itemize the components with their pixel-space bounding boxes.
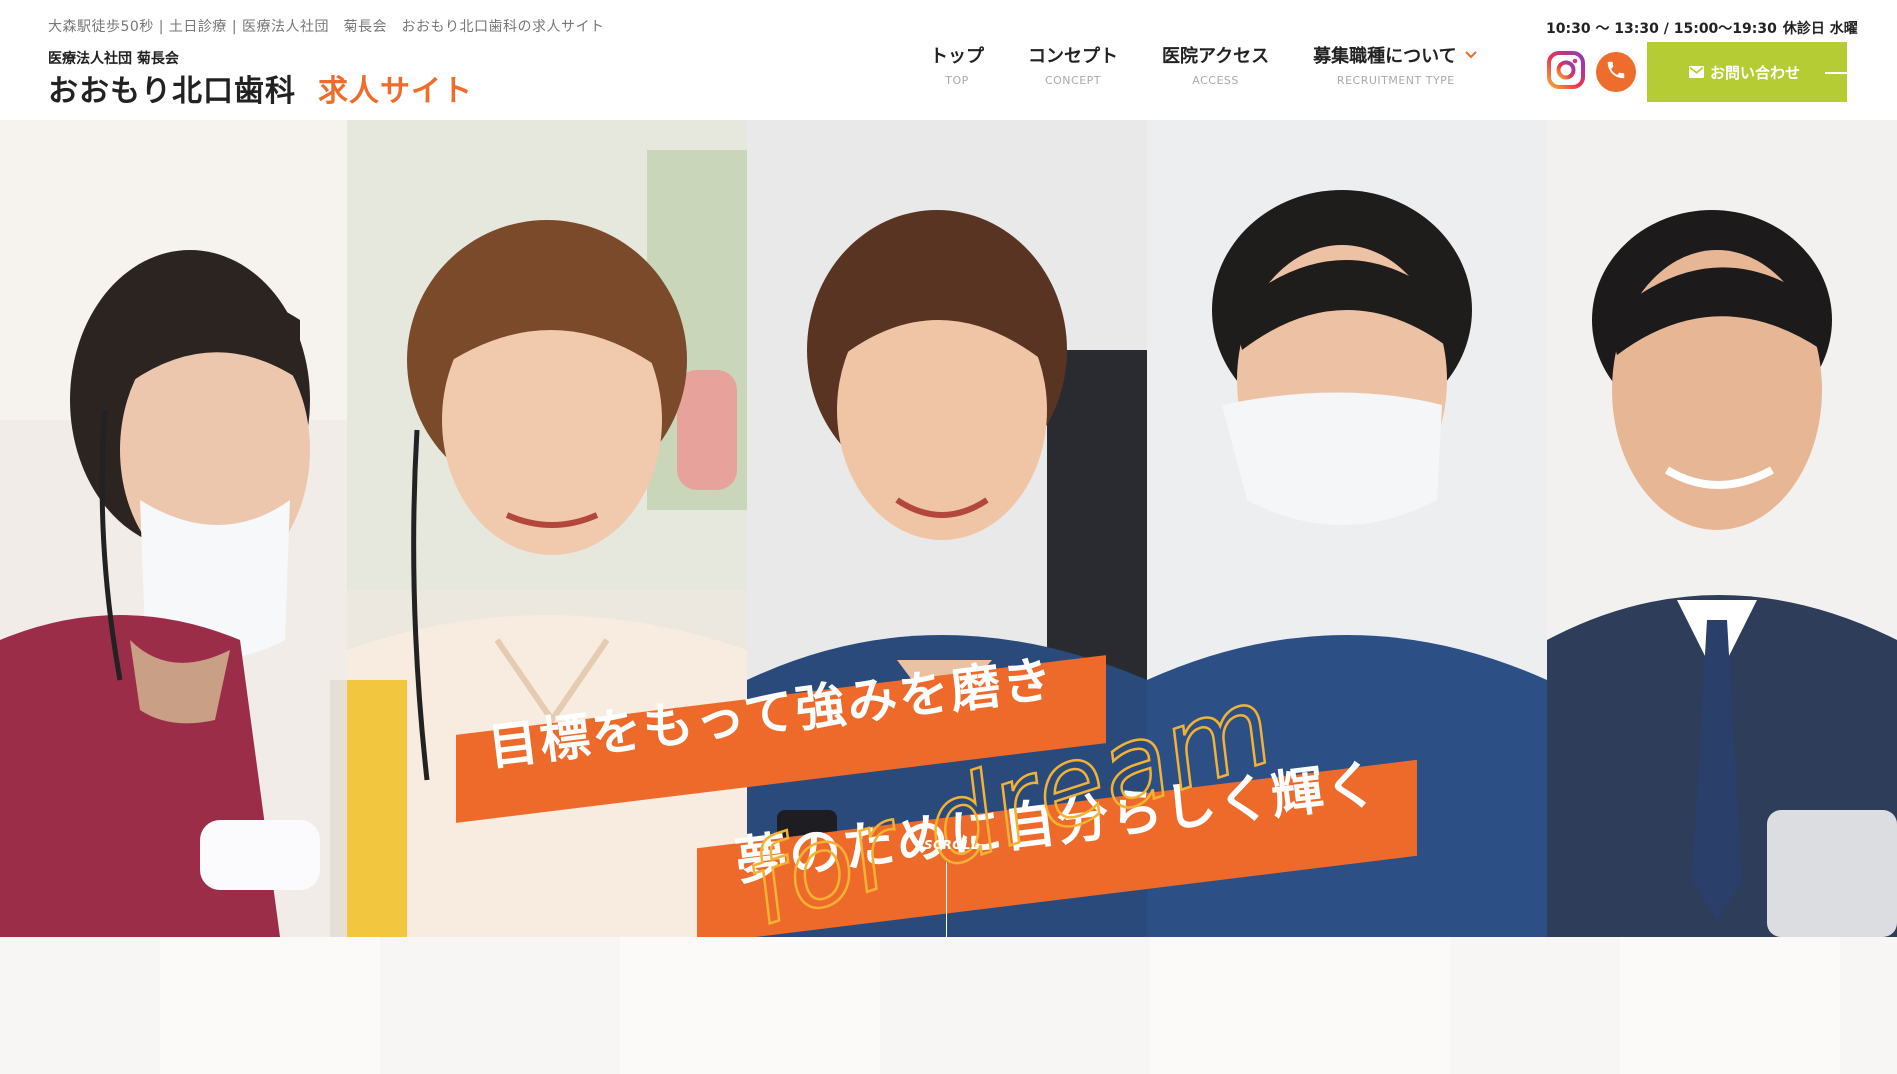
phone-button[interactable] [1596, 52, 1636, 92]
scroll-indicator-label: SCROLL [924, 838, 980, 852]
phone-icon [1605, 59, 1627, 85]
nav-item-sublabel: CONCEPT [1044, 74, 1102, 87]
corporation-name: 医療法人社団 菊長会 [48, 51, 179, 67]
site-logo[interactable]: おおもり北口歯科 求人サイト [48, 66, 473, 110]
nav-item-concept[interactable]: コンセプト CONCEPT [1028, 42, 1118, 87]
nav-item-label: コンセプト [1028, 46, 1118, 67]
nav-item-sublabel: ACCESS [1192, 74, 1239, 87]
scroll-indicator-line[interactable] [946, 862, 947, 937]
contact-button-dash [1825, 72, 1847, 74]
closed-day-text: 休診日 水曜 [1782, 21, 1858, 37]
nav-item-sublabel: RECRUITMENT TYPE [1336, 74, 1455, 87]
chevron-down-icon [1463, 47, 1479, 63]
nav-item-label-wrap: 募集職種について [1313, 42, 1478, 68]
faded-photo [620, 937, 880, 1074]
site-header: 大森駅徒歩50秒 | 土日診療 | 医療法人社団 菊長会 おおもり北口歯科の求人… [0, 0, 1897, 120]
nav-item-sublabel: TOP [945, 74, 969, 87]
nav-item-label: 募集職種について [1313, 46, 1457, 67]
nav-item-recruitment-type[interactable]: 募集職種について RECRUITMENT TYPE [1313, 42, 1478, 87]
next-section-preview [0, 937, 1897, 1074]
faded-photo [1150, 937, 1450, 1074]
clinic-hours: 10:30 〜 13:30 / 15:00〜19:30 休診日 水曜 [1546, 18, 1858, 38]
nav-item-top[interactable]: トップ TOP [930, 42, 984, 87]
faded-photo [1620, 937, 1840, 1074]
staff-photo-1 [0, 120, 347, 937]
clinic-name: おおもり北口歯科 [48, 74, 296, 109]
header-tagline: 大森駅徒歩50秒 | 土日診療 | 医療法人社団 菊長会 おおもり北口歯科の求人… [48, 19, 605, 35]
instagram-icon [1546, 50, 1586, 94]
staff-photo-2 [347, 120, 747, 937]
staff-photo-5 [1547, 120, 1897, 937]
nav-item-label: 医院アクセス [1162, 46, 1270, 67]
contact-button[interactable]: お問い合わせ [1647, 42, 1847, 102]
hero-section: 目標をもって強みを磨き 夢のために自分らしく輝く for dream SCROL… [0, 120, 1897, 937]
instagram-link[interactable] [1546, 50, 1586, 94]
recruit-site-label: 求人サイト [318, 74, 473, 109]
global-nav: トップ TOP コンセプト CONCEPT 医院アクセス ACCESS 募集職種… [930, 42, 1479, 87]
faded-photo [160, 937, 380, 1074]
contact-button-label: お問い合わせ [1710, 63, 1801, 82]
nav-item-label: トップ [930, 46, 984, 67]
mail-icon [1689, 66, 1704, 78]
nav-item-access[interactable]: 医院アクセス ACCESS [1162, 42, 1269, 87]
hours-text: 10:30 〜 13:30 / 15:00〜19:30 [1546, 21, 1777, 37]
